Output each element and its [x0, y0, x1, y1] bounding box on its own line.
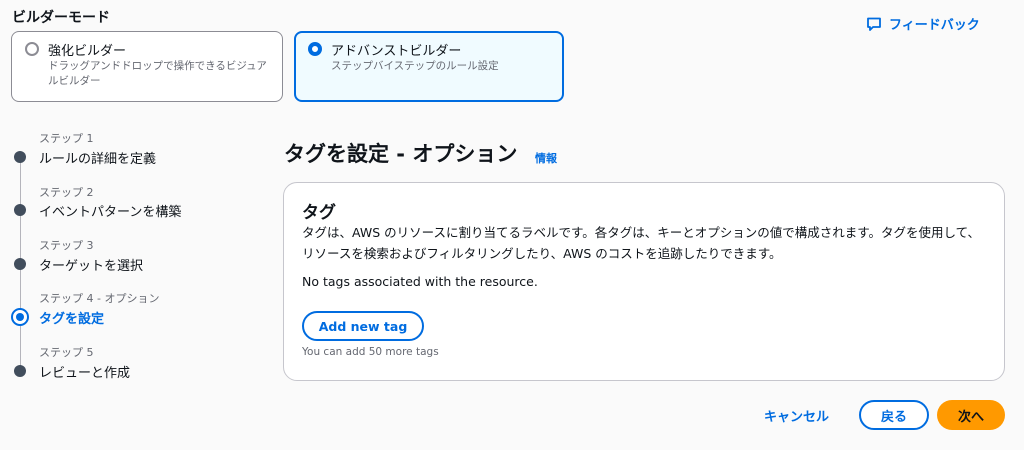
step-label: タグを設定 — [39, 312, 105, 327]
add-new-tag-button[interactable]: Add new tag — [302, 311, 424, 341]
option-title: アドバンストビルダー — [331, 44, 462, 59]
step-dot — [14, 365, 26, 377]
option-description: ドラッグアンドドロップで操作できるビジュアルビルダー — [48, 60, 267, 87]
step-number: ステップ 4 - オプション — [39, 292, 160, 305]
tags-section-title: タグ — [302, 203, 336, 223]
step-number: ステップ 2 — [39, 186, 94, 199]
info-link[interactable]: 情報 — [535, 150, 557, 166]
step-dot — [14, 258, 26, 270]
next-button[interactable]: 次へ — [937, 400, 1005, 430]
step-label: ターゲットを選択 — [39, 259, 144, 274]
step-dot — [14, 204, 26, 216]
step-dot-active — [11, 308, 29, 326]
option-title: 強化ビルダー — [48, 44, 127, 59]
tags-description: タグは、AWS のリソースに割り当てるラベルです。各タグは、キーとオプションの値… — [302, 225, 981, 261]
cancel-button[interactable]: キャンセル — [764, 406, 829, 425]
back-button[interactable]: 戻る — [859, 400, 929, 430]
step-label: レビューと作成 — [39, 366, 131, 381]
enhanced-builder-option[interactable]: 強化ビルダー ドラッグアンドドロップで操作できるビジュアルビルダー — [11, 31, 283, 102]
page-title: タグを設定 - オプション — [284, 142, 518, 166]
step-number: ステップ 3 — [39, 239, 94, 252]
feedback-link[interactable]: フィードバック — [866, 14, 980, 33]
radio-selected[interactable] — [308, 42, 322, 56]
step-dot — [14, 151, 26, 163]
step-label: ルールの詳細を定義 — [39, 152, 157, 167]
chat-bubble-icon — [866, 16, 882, 32]
builder-mode-title: ビルダーモード — [12, 10, 110, 26]
step-label: イベントパターンを構築 — [39, 205, 182, 220]
advanced-builder-option[interactable]: アドバンストビルダー ステップバイステップのルール設定 — [294, 31, 564, 102]
no-tags-message: No tags associated with the resource. — [302, 274, 538, 289]
feedback-label: フィードバック — [889, 18, 980, 33]
remaining-tags-hint: You can add 50 more tags — [302, 346, 439, 358]
step-number: ステップ 1 — [39, 132, 94, 145]
step-number: ステップ 5 — [39, 346, 94, 359]
option-description: ステップバイステップのルール設定 — [331, 60, 499, 72]
radio-unselected[interactable] — [25, 42, 39, 56]
